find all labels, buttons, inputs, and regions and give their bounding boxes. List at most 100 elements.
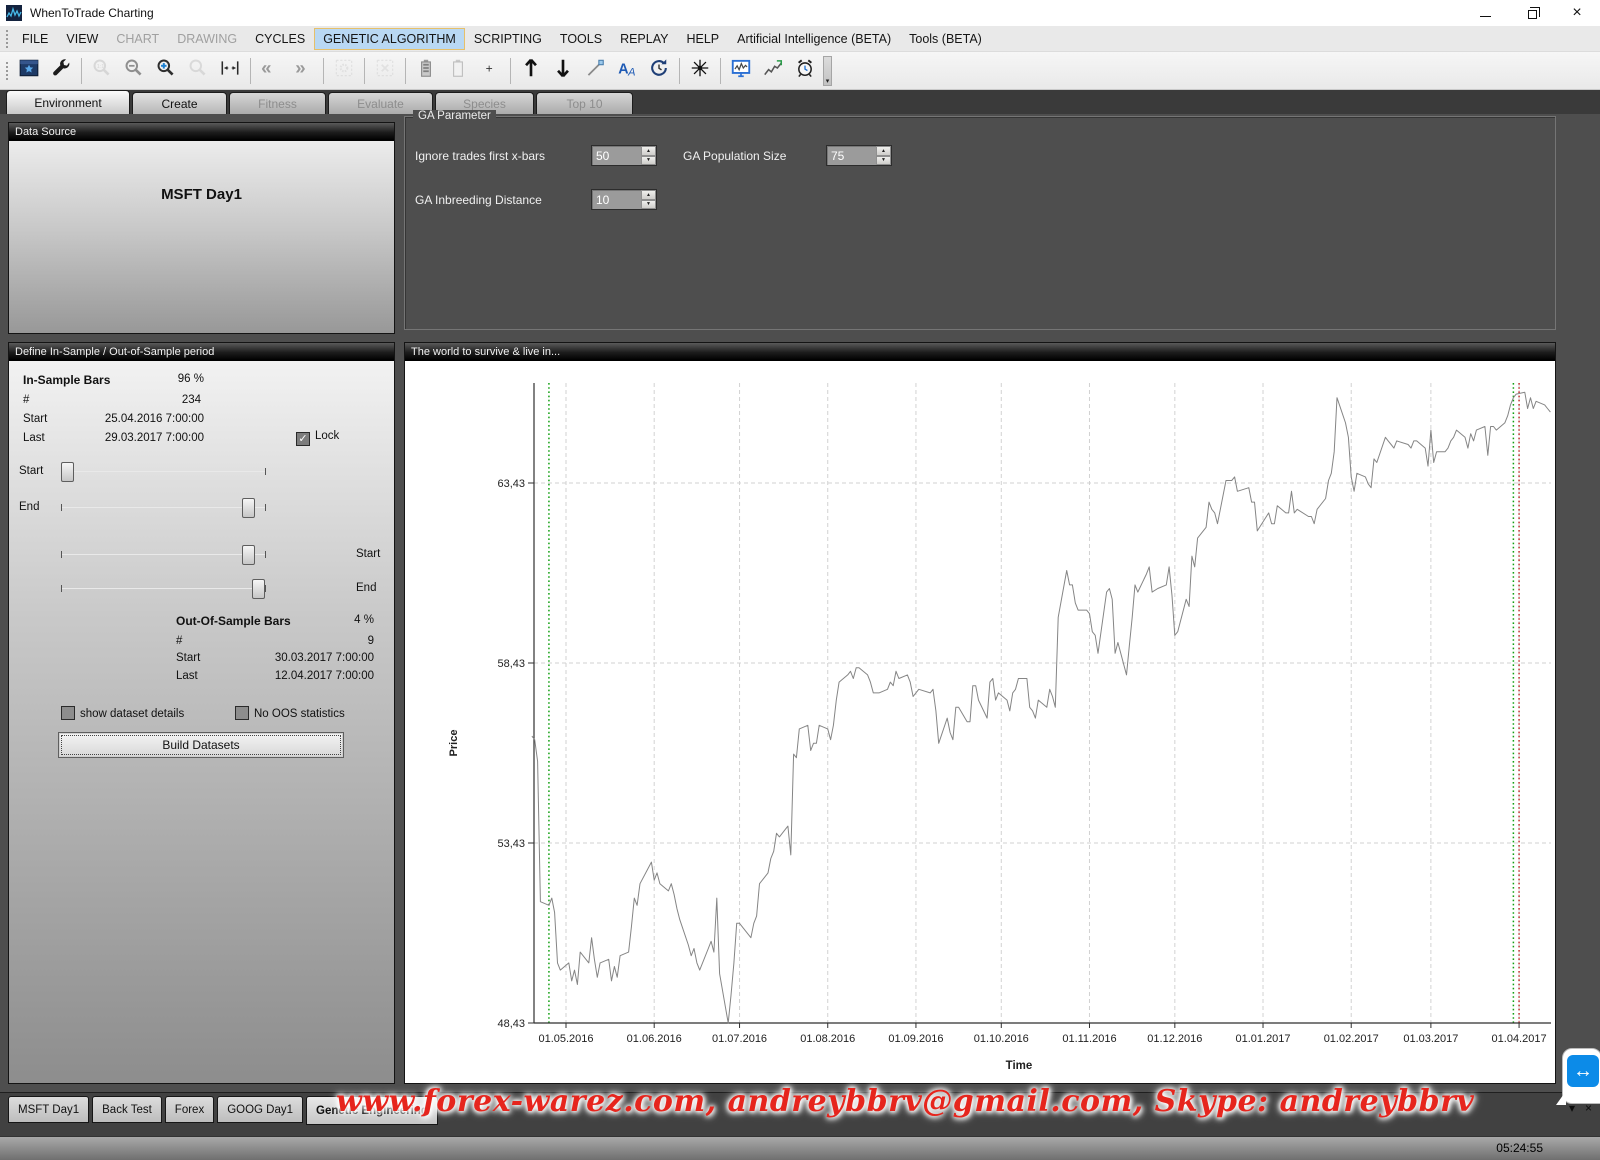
arrow-down-icon xyxy=(552,57,574,84)
add-small-button[interactable]: + xyxy=(475,56,505,86)
toolbar-separator xyxy=(250,58,251,84)
toolbar: 1:1«»+AA ▾ xyxy=(0,52,1600,90)
checkbox-box[interactable] xyxy=(61,706,75,720)
menu-item-artificial-intelligence-beta[interactable]: Artificial Intelligence (BETA) xyxy=(728,28,900,50)
page-next-button[interactable]: » xyxy=(288,56,318,86)
toolbar-overflow-button[interactable]: ▾ xyxy=(823,56,832,86)
tab-environment[interactable]: Environment xyxy=(6,90,130,114)
define-sample-header: Define In-Sample / Out-of-Sample period xyxy=(9,343,394,361)
new-chart-window-button[interactable] xyxy=(14,56,44,86)
spider-web-button[interactable] xyxy=(685,56,715,86)
spin-down-button[interactable]: ▼ xyxy=(641,156,656,166)
menu-item-help[interactable]: HELP xyxy=(677,28,728,50)
bottom-tab-genetic-engineering[interactable]: Genetic Engineering xyxy=(306,1096,438,1125)
menu-item-tools-beta[interactable]: Tools (BETA) xyxy=(900,28,991,50)
inbreeding-distance-spinner[interactable]: 10 ▲ ▼ xyxy=(591,189,657,210)
slider-track[interactable] xyxy=(61,471,266,472)
slider-thumb[interactable] xyxy=(61,462,74,482)
spider-web-icon xyxy=(689,57,711,84)
arrow-up-button[interactable] xyxy=(516,56,546,86)
oos-start-slider[interactable] xyxy=(61,544,266,566)
window-controls: × xyxy=(1462,0,1600,26)
spin-up-button[interactable]: ▲ xyxy=(876,146,891,156)
slider-track[interactable] xyxy=(61,588,266,589)
menu-item-view[interactable]: VIEW xyxy=(57,28,107,50)
chart-body[interactable]: 63,4358,4353,4348,4301.05.201601.06.2016… xyxy=(405,361,1555,1083)
spin-down-button[interactable]: ▼ xyxy=(641,200,656,210)
price-line-series xyxy=(532,392,1551,1023)
battery-empty-button[interactable] xyxy=(443,56,473,86)
ignore-trades-spinner[interactable]: 50 ▲ ▼ xyxy=(591,145,657,166)
zoom-out-button[interactable] xyxy=(119,56,149,86)
price-chart[interactable]: 63,4358,4353,4348,4301.05.201601.06.2016… xyxy=(405,361,1555,1083)
toolbar-grip-handle[interactable] xyxy=(5,62,9,80)
population-size-spinner[interactable]: 75 ▲ ▼ xyxy=(826,145,892,166)
no-oos-statistics-checkbox[interactable]: No OOS statistics xyxy=(235,706,345,720)
menu-item-file[interactable]: FILE xyxy=(13,28,57,50)
lock-checkbox-label: Lock xyxy=(315,430,339,442)
in-sample-pct: 96 % xyxy=(69,373,204,385)
minimize-icon xyxy=(1480,16,1491,17)
menu-item-genetic-algorithm[interactable]: GENETIC ALGORITHM xyxy=(314,28,465,50)
alarm-clock-button[interactable] xyxy=(790,56,820,86)
checkbox-box[interactable] xyxy=(235,706,249,720)
svg-text:53,43: 53,43 xyxy=(497,838,525,850)
bottom-tab-msft-day1[interactable]: MSFT Day1 xyxy=(8,1096,89,1123)
build-datasets-button[interactable]: Build Datasets xyxy=(58,732,344,758)
bottom-tab-strip: MSFT Day1Back TestForexGOOG Day1Genetic … xyxy=(0,1092,1600,1136)
bottom-tab-forex[interactable]: Forex xyxy=(165,1096,214,1123)
restore-button[interactable] xyxy=(1508,0,1554,26)
menu-item-cycles[interactable]: CYCLES xyxy=(246,28,314,50)
window-title: WhenToTrade Charting xyxy=(30,6,154,20)
teamviewer-icon[interactable]: ↔ xyxy=(1567,1055,1599,1087)
arrow-down-button[interactable] xyxy=(548,56,578,86)
history-refresh-button[interactable] xyxy=(644,56,674,86)
menubar-grip-handle[interactable] xyxy=(5,30,9,48)
spin-up-button[interactable]: ▲ xyxy=(641,190,656,200)
fit-horizontal-button[interactable] xyxy=(215,56,245,86)
slider-track[interactable] xyxy=(61,507,266,508)
font-style-button[interactable]: AA xyxy=(612,56,642,86)
battery-full-button[interactable] xyxy=(411,56,441,86)
bottom-tab-back-test[interactable]: Back Test xyxy=(92,1096,162,1123)
slider-thumb[interactable] xyxy=(242,498,255,518)
close-button[interactable]: × xyxy=(1554,0,1600,26)
monitor-signal-button[interactable] xyxy=(726,56,756,86)
spin-up-button[interactable]: ▲ xyxy=(641,146,656,156)
in-sample-end-slider[interactable] xyxy=(61,497,266,519)
minimize-button[interactable] xyxy=(1462,0,1508,26)
status-time: 05:24:55 xyxy=(1496,1141,1543,1155)
page-previous-button[interactable]: « xyxy=(256,56,286,86)
slider-thumb[interactable] xyxy=(242,545,255,565)
selection-settings-button xyxy=(329,56,359,86)
slider-track[interactable] xyxy=(61,554,266,555)
battery-empty-icon xyxy=(447,57,469,84)
slider-thumb[interactable] xyxy=(252,579,265,599)
lock-checkbox-box[interactable]: ✓ xyxy=(296,432,310,446)
in-sample-start-slider[interactable] xyxy=(61,461,266,483)
inbreeding-distance-label: GA Inbreeding Distance xyxy=(415,193,542,207)
svg-text:58,43: 58,43 xyxy=(497,658,525,670)
data-source-body[interactable]: MSFT Day1 xyxy=(9,141,394,333)
spin-down-button[interactable]: ▼ xyxy=(876,156,891,166)
chart-trend-button[interactable] xyxy=(758,56,788,86)
settings-wrench-button[interactable] xyxy=(46,56,76,86)
show-dataset-details-checkbox[interactable]: show dataset details xyxy=(61,706,184,720)
lock-checkbox[interactable]: ✓ Lock xyxy=(296,430,339,446)
oos-end-slider[interactable] xyxy=(61,578,266,600)
in-sample-start-label: Start xyxy=(23,413,47,425)
draw-line-button[interactable] xyxy=(580,56,610,86)
menu-item-replay[interactable]: REPLAY xyxy=(611,28,677,50)
tab-create[interactable]: Create xyxy=(132,92,227,114)
zoom-search-button xyxy=(183,56,213,86)
menu-item-tools[interactable]: TOOLS xyxy=(551,28,611,50)
oos-last-value: 12.04.2017 7:00:00 xyxy=(209,670,374,682)
zoom-in-button[interactable] xyxy=(151,56,181,86)
ga-parameter-title: GA Parameter xyxy=(413,110,496,122)
bottom-tab-goog-day1[interactable]: GOOG Day1 xyxy=(217,1096,303,1123)
arrow-up-icon xyxy=(520,57,542,84)
teamviewer-bubble[interactable]: ↔ xyxy=(1562,1048,1600,1104)
top-tab-strip: EnvironmentCreateFitnessEvaluateSpeciesT… xyxy=(0,90,1600,114)
svg-text:01.04.2017: 01.04.2017 xyxy=(1492,1033,1547,1045)
menu-item-scripting[interactable]: SCRIPTING xyxy=(465,28,551,50)
